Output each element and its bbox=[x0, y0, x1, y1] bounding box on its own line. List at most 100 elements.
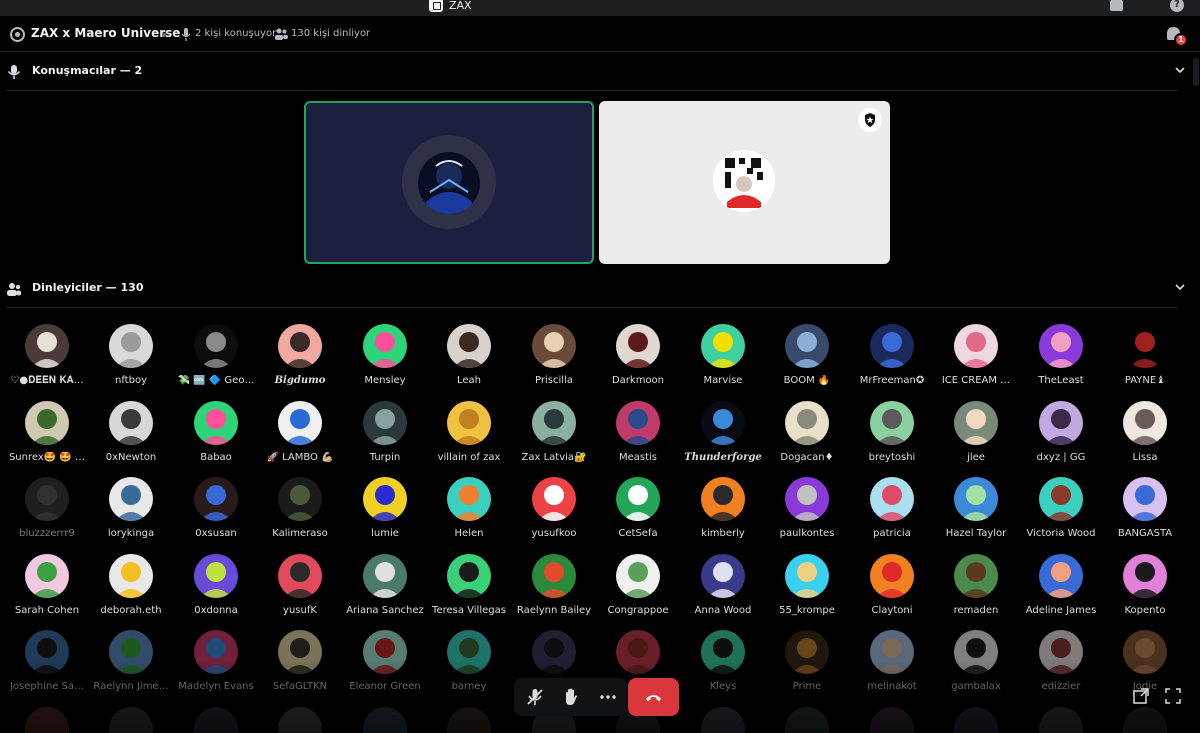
listener-item[interactable]: kimberly bbox=[681, 477, 765, 547]
listener-item[interactable]: CetSefa bbox=[596, 477, 680, 547]
fullscreen-icon[interactable] bbox=[1165, 688, 1181, 704]
listener-item[interactable]: ICE CREAM … bbox=[934, 324, 1018, 394]
listener-item[interactable]: villain of zax bbox=[427, 401, 511, 471]
popout-icon[interactable] bbox=[1133, 688, 1149, 704]
listener-item[interactable]: yusufK bbox=[258, 554, 342, 624]
listener-item[interactable]: patricia bbox=[850, 477, 934, 547]
listener-item[interactable]: Anna Wood bbox=[681, 554, 765, 624]
listener-name: gambalax bbox=[951, 681, 1001, 692]
listeners-section-header[interactable]: Dinleyiciler — 130 bbox=[0, 270, 1200, 308]
listener-item[interactable]: 🚀 LAMBO 💪🏼 bbox=[258, 401, 342, 471]
listener-item[interactable]: lumie bbox=[343, 477, 427, 547]
listener-item[interactable]: Sarah Cohen bbox=[5, 554, 89, 624]
listener-item[interactable]: TheLeast bbox=[1019, 324, 1103, 394]
listener-item[interactable]: 0xNewton bbox=[89, 401, 173, 471]
chevron-down-icon[interactable] bbox=[1175, 282, 1185, 292]
listener-item[interactable]: deborah.eth bbox=[89, 554, 173, 624]
listener-item[interactable]: Helen bbox=[427, 477, 511, 547]
listener-item[interactable]: Lissa bbox=[1103, 401, 1187, 471]
listener-item[interactable]: Eleanor Green bbox=[343, 630, 427, 700]
listener-item[interactable]: paulkontes bbox=[765, 477, 849, 547]
listener-item[interactable]: Adeline James bbox=[1019, 554, 1103, 624]
listener-item[interactable]: jlee bbox=[934, 401, 1018, 471]
speaker-tile[interactable] bbox=[304, 101, 594, 264]
listener-avatar-partial[interactable] bbox=[1039, 707, 1083, 733]
listener-item[interactable]: Congrappoe bbox=[596, 554, 680, 624]
listener-item[interactable]: Meastis bbox=[596, 401, 680, 471]
more-options-icon[interactable] bbox=[598, 687, 618, 707]
listener-item[interactable]: lorykinga bbox=[89, 477, 173, 547]
listener-item[interactable]: Marvise bbox=[681, 324, 765, 394]
listener-item[interactable]: bluzzzerrr9 bbox=[5, 477, 89, 547]
listener-avatar-partial[interactable] bbox=[701, 707, 745, 733]
inbox-icon[interactable] bbox=[1110, 0, 1123, 11]
listener-item[interactable]: Mensley bbox=[343, 324, 427, 394]
listener-avatar-partial[interactable] bbox=[1123, 707, 1167, 733]
listener-item[interactable]: Thunderforge bbox=[681, 401, 765, 471]
listener-item[interactable]: SefaGLTKN bbox=[258, 630, 342, 700]
listener-name: paulkontes bbox=[779, 528, 835, 539]
listener-item[interactable]: Raelynn Jime… bbox=[89, 630, 173, 700]
listener-avatar-partial[interactable] bbox=[870, 707, 914, 733]
listener-item[interactable]: Leah bbox=[427, 324, 511, 394]
listener-item[interactable]: breytoshi bbox=[850, 401, 934, 471]
listener-item[interactable]: Kleys bbox=[681, 630, 765, 700]
listener-avatar-partial[interactable] bbox=[785, 707, 829, 733]
listener-item[interactable]: MrFreeman✪ bbox=[850, 324, 934, 394]
listener-item[interactable]: 💸 🆒 🔷 Geo… bbox=[174, 324, 258, 394]
listener-item[interactable]: Teresa Villegas bbox=[427, 554, 511, 624]
listener-item[interactable]: Sunrex🤩 🤩 … bbox=[5, 401, 89, 471]
listener-item[interactable]: Ariana Sanchez bbox=[343, 554, 427, 624]
listener-item[interactable]: 0xsusan bbox=[174, 477, 258, 547]
listener-item[interactable]: ♡●𝐃𝐄𝐄𝐍 𝐊𝐀… bbox=[5, 324, 89, 394]
listener-avatar-partial[interactable] bbox=[194, 707, 238, 733]
listener-avatar-partial[interactable] bbox=[25, 707, 69, 733]
listener-item[interactable]: Turpin bbox=[343, 401, 427, 471]
listener-item[interactable]: PAYNE♝ bbox=[1103, 324, 1187, 394]
listener-item[interactable]: Josephine Sa… bbox=[5, 630, 89, 700]
listener-item[interactable]: nftboy bbox=[89, 324, 173, 394]
listener-item[interactable]: barney bbox=[427, 630, 511, 700]
listener-item[interactable]: Raelynn Bailey bbox=[512, 554, 596, 624]
speakers-section-header[interactable]: Konuşmacılar — 2 bbox=[0, 53, 1200, 91]
listener-item[interactable]: Madelyn Evans bbox=[174, 630, 258, 700]
listener-item[interactable]: Darkmoon bbox=[596, 324, 680, 394]
help-icon[interactable]: ? bbox=[1170, 0, 1184, 12]
listener-item[interactable]: melinakot bbox=[850, 630, 934, 700]
listener-item[interactable]: Kopento bbox=[1103, 554, 1187, 624]
listener-item[interactable]: Kalimeraso bbox=[258, 477, 342, 547]
listener-item[interactable]: Bigdumo bbox=[258, 324, 342, 394]
chevron-down-icon[interactable] bbox=[1175, 65, 1185, 75]
listener-name: Eleanor Green bbox=[349, 681, 421, 692]
scrollbar-thumb[interactable] bbox=[1193, 58, 1199, 86]
notifications-button[interactable]: 1 bbox=[1165, 26, 1188, 47]
listener-name: 🚀 LAMBO 💪🏼 bbox=[266, 452, 334, 463]
listener-item[interactable]: Hazel Taylor bbox=[934, 477, 1018, 547]
mute-microphone-icon[interactable] bbox=[525, 687, 545, 707]
listener-item[interactable]: Priscilla bbox=[512, 324, 596, 394]
listener-item[interactable]: yusufkoo bbox=[512, 477, 596, 547]
listener-avatar-partial[interactable] bbox=[278, 707, 322, 733]
listener-item[interactable]: 0xdonna bbox=[174, 554, 258, 624]
listener-avatar-partial[interactable] bbox=[109, 707, 153, 733]
listener-item[interactable]: Prime bbox=[765, 630, 849, 700]
listener-item[interactable]: BOOM 🔥 bbox=[765, 324, 849, 394]
listener-item[interactable]: gambalax bbox=[934, 630, 1018, 700]
listener-item[interactable]: 55_krompe bbox=[765, 554, 849, 624]
listener-item[interactable]: Victoria Wood bbox=[1019, 477, 1103, 547]
leave-stage-button[interactable] bbox=[628, 678, 679, 716]
listener-avatar-partial[interactable] bbox=[954, 707, 998, 733]
raise-hand-icon[interactable] bbox=[561, 687, 581, 707]
listener-avatar-partial[interactable] bbox=[447, 707, 491, 733]
listener-item[interactable]: edizzier bbox=[1019, 630, 1103, 700]
speaker-tile[interactable] bbox=[599, 101, 890, 264]
listener-item[interactable]: Zax Latvia🔐 bbox=[512, 401, 596, 471]
listener-item[interactable]: remaden bbox=[934, 554, 1018, 624]
listener-item[interactable]: BANGASTA bbox=[1103, 477, 1187, 547]
listener-item[interactable]: Babao bbox=[174, 401, 258, 471]
listener-avatar-partial[interactable] bbox=[363, 707, 407, 733]
listener-item[interactable]: dxyz | GG bbox=[1019, 401, 1103, 471]
scrollbar-track[interactable] bbox=[1190, 56, 1200, 733]
listener-item[interactable]: Claytoni bbox=[850, 554, 934, 624]
listener-item[interactable]: Dogacan♦ bbox=[765, 401, 849, 471]
